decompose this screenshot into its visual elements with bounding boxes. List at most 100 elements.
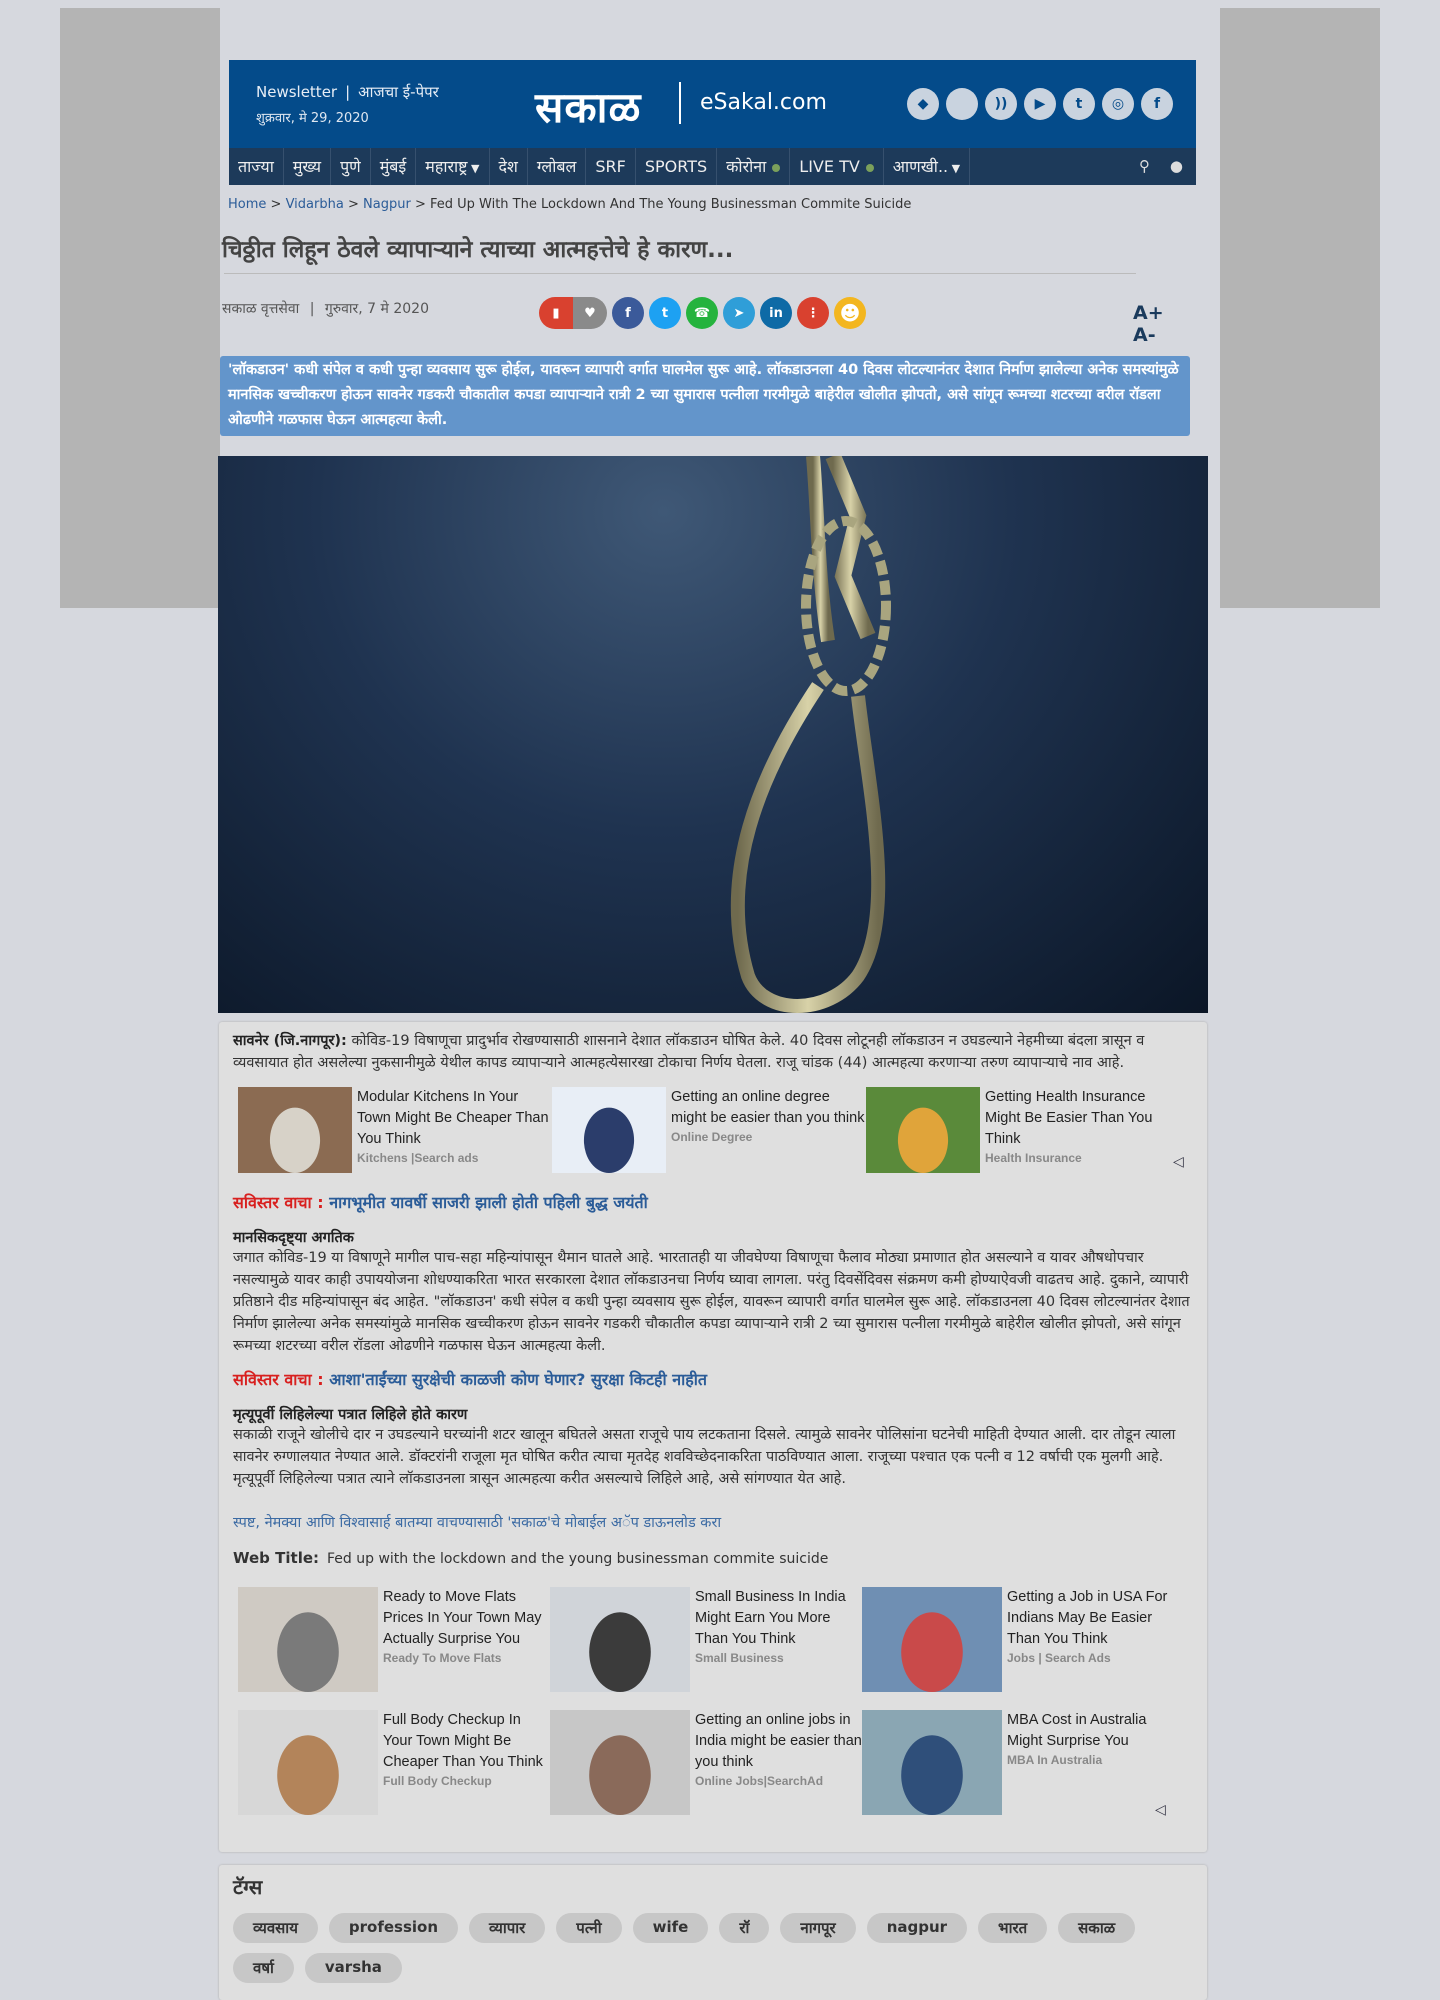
- nav-item-5[interactable]: देश: [490, 148, 528, 185]
- breadcrumb-vidarbha[interactable]: Vidarbha: [286, 197, 344, 212]
- read-more-link-2[interactable]: आशा'ताईंच्या सुरक्षेची काळजी कोण घेणार? …: [329, 1370, 707, 1389]
- tag-chip[interactable]: पत्नी: [556, 1913, 622, 1943]
- paragraph-1-text: कोविड-19 विषाणूचा प्रादुर्भाव रोखण्यासाठ…: [233, 1033, 1145, 1071]
- esakal-logo[interactable]: eSakal.com: [700, 90, 827, 115]
- heart-icon[interactable]: ♥: [573, 297, 607, 329]
- sponsored-title[interactable]: Getting Health Insurance Might Be Easier…: [985, 1087, 1183, 1150]
- sponsored-text: Getting a Job in USA For Indians May Be …: [1007, 1587, 1177, 1692]
- breadcrumb-home[interactable]: Home: [228, 197, 266, 212]
- sponsored-card[interactable]: Getting an online degree might be easier…: [552, 1087, 869, 1173]
- sponsored-thumbnail[interactable]: [238, 1587, 378, 1692]
- nav-item-4[interactable]: महाराष्ट्र ▼: [416, 148, 490, 185]
- breadcrumb-nagpur[interactable]: Nagpur: [363, 197, 411, 212]
- tag-chip[interactable]: wife: [632, 1913, 709, 1943]
- nav-item-8[interactable]: SPORTS: [636, 148, 718, 185]
- nav-item-10[interactable]: LIVE TV: [790, 148, 884, 185]
- nav-item-2[interactable]: पुणे: [331, 148, 371, 185]
- android-icon[interactable]: ◆: [907, 88, 939, 120]
- sponsored-card[interactable]: Small Business In India Might Earn You M…: [550, 1587, 865, 1692]
- nav-item-1[interactable]: मुख्य: [284, 148, 332, 185]
- nav-item-9[interactable]: कोरोना: [717, 148, 791, 185]
- header-links: Newsletter | आजचा ई-पेपर: [256, 82, 439, 102]
- nav-item-7[interactable]: SRF: [586, 148, 636, 185]
- adchoices-icon[interactable]: ◁: [1173, 1154, 1184, 1170]
- comment-icon[interactable]: ▮: [539, 297, 573, 329]
- sponsored-thumbnail[interactable]: [550, 1587, 690, 1692]
- microphone-icon[interactable]: ●: [1170, 157, 1183, 175]
- header-date: शुक्रवार, मे 29, 2020: [256, 111, 369, 126]
- sponsored-title[interactable]: Getting a Job in USA For Indians May Be …: [1007, 1587, 1177, 1650]
- header-separator: |: [345, 83, 351, 101]
- nav-item-6[interactable]: ग्लोबल: [528, 148, 587, 185]
- share-bar: ▮ ♥ f t ☎ ➤ in ⋮ ☻: [539, 297, 866, 329]
- telegram-share-icon[interactable]: ➤: [723, 297, 755, 329]
- sponsored-thumbnail[interactable]: [862, 1710, 1002, 1815]
- sponsored-card[interactable]: Getting Health Insurance Might Be Easier…: [866, 1087, 1183, 1173]
- twitter-share-icon[interactable]: t: [649, 297, 681, 329]
- more-options-icon[interactable]: ⋮: [797, 297, 829, 329]
- tag-chip[interactable]: व्यवसाय: [233, 1913, 318, 1943]
- search-icon[interactable]: ⚲: [1139, 157, 1150, 175]
- epaper-link[interactable]: आजचा ई-पेपर: [358, 83, 439, 101]
- sponsored-thumbnail[interactable]: [550, 1710, 690, 1815]
- whatsapp-share-icon[interactable]: ☎: [686, 297, 718, 329]
- app-download-link[interactable]: स्पष्ट, नेमक्या आणि विश्वासार्ह बातम्या …: [233, 1512, 721, 1532]
- tag-chip[interactable]: व्यापार: [469, 1913, 546, 1943]
- tag-chip[interactable]: profession: [328, 1913, 459, 1943]
- tag-chip[interactable]: भारत: [978, 1913, 1048, 1943]
- byline-separator: |: [309, 301, 315, 317]
- sponsored-title[interactable]: Full Body Checkup In Your Town Might Be …: [383, 1710, 553, 1773]
- right-skyscraper-ad[interactable]: [1220, 8, 1380, 608]
- tag-chip[interactable]: सकाळ: [1058, 1913, 1136, 1943]
- nav-item-11[interactable]: आणखी.. ▼: [884, 148, 971, 185]
- noose-illustration: [730, 456, 891, 1013]
- read-more-1[interactable]: सविस्तर वाचा : नागभूमीत यावर्षी साजरी झा…: [233, 1191, 648, 1213]
- adchoices-icon[interactable]: ◁: [1155, 1802, 1166, 1818]
- tag-chip[interactable]: varsha: [304, 1953, 402, 1983]
- facebook-icon[interactable]: f: [1141, 88, 1173, 120]
- sponsored-title[interactable]: Small Business In India Might Earn You M…: [695, 1587, 865, 1650]
- font-decrease-button[interactable]: A-: [1133, 324, 1156, 346]
- nav-item-0[interactable]: ताज्या: [229, 148, 284, 185]
- sponsored-thumbnail[interactable]: [866, 1087, 980, 1173]
- sponsored-card[interactable]: Full Body Checkup In Your Town Might Be …: [238, 1710, 553, 1815]
- sponsored-title[interactable]: Getting an online jobs in India might be…: [695, 1710, 865, 1773]
- sponsored-card[interactable]: Modular Kitchens In Your Town Might Be C…: [238, 1087, 555, 1173]
- tag-chip[interactable]: नागपूर: [780, 1913, 856, 1943]
- sponsored-thumbnail[interactable]: [238, 1087, 352, 1173]
- twitter-icon[interactable]: t: [1063, 88, 1095, 120]
- sponsored-thumbnail[interactable]: [552, 1087, 666, 1173]
- logo-divider: [679, 82, 681, 124]
- read-more-link-1[interactable]: नागभूमीत यावर्षी साजरी झाली होती पहिली ब…: [329, 1193, 648, 1212]
- tag-chip[interactable]: nagpur: [866, 1913, 968, 1943]
- sponsored-card[interactable]: Getting an online jobs in India might be…: [550, 1710, 865, 1815]
- tag-chip[interactable]: वर्षा: [233, 1953, 294, 1983]
- apple-icon[interactable]: [946, 88, 978, 120]
- rss-icon[interactable]: )): [985, 88, 1017, 120]
- article-date: गुरुवार, 7 मे 2020: [324, 301, 429, 317]
- facebook-share-icon[interactable]: f: [612, 297, 644, 329]
- breadcrumb-sep: >: [347, 197, 359, 212]
- sponsored-card[interactable]: Ready to Move Flats Prices In Your Town …: [238, 1587, 553, 1692]
- sakal-logo[interactable]: सकाळ: [535, 78, 641, 135]
- nav-item-3[interactable]: मुंबई: [371, 148, 417, 185]
- newsletter-link[interactable]: Newsletter: [256, 83, 337, 101]
- emoji-icon[interactable]: ☻: [834, 297, 866, 329]
- sponsored-title[interactable]: Modular Kitchens In Your Town Might Be C…: [357, 1087, 555, 1150]
- sponsored-title[interactable]: MBA Cost in Australia Might Surprise You: [1007, 1710, 1177, 1752]
- left-skyscraper-ad[interactable]: [60, 8, 220, 608]
- sponsored-title[interactable]: Ready to Move Flats Prices In Your Town …: [383, 1587, 553, 1650]
- sponsored-thumbnail[interactable]: [238, 1710, 378, 1815]
- instagram-icon[interactable]: ◎: [1102, 88, 1134, 120]
- sponsored-thumbnail[interactable]: [862, 1587, 1002, 1692]
- tag-chip[interactable]: रॉ: [719, 1913, 770, 1943]
- read-more-2[interactable]: सविस्तर वाचा : आशा'ताईंच्या सुरक्षेची का…: [233, 1368, 707, 1390]
- title-divider: [224, 273, 1136, 274]
- font-increase-button[interactable]: A+: [1133, 302, 1164, 324]
- nav-item-label: SRF: [595, 157, 626, 176]
- youtube-icon[interactable]: ▶: [1024, 88, 1056, 120]
- sponsored-card[interactable]: Getting a Job in USA For Indians May Be …: [862, 1587, 1177, 1692]
- linkedin-share-icon[interactable]: in: [760, 297, 792, 329]
- sponsored-title[interactable]: Getting an online degree might be easier…: [671, 1087, 869, 1129]
- sponsored-card[interactable]: MBA Cost in Australia Might Surprise You…: [862, 1710, 1177, 1815]
